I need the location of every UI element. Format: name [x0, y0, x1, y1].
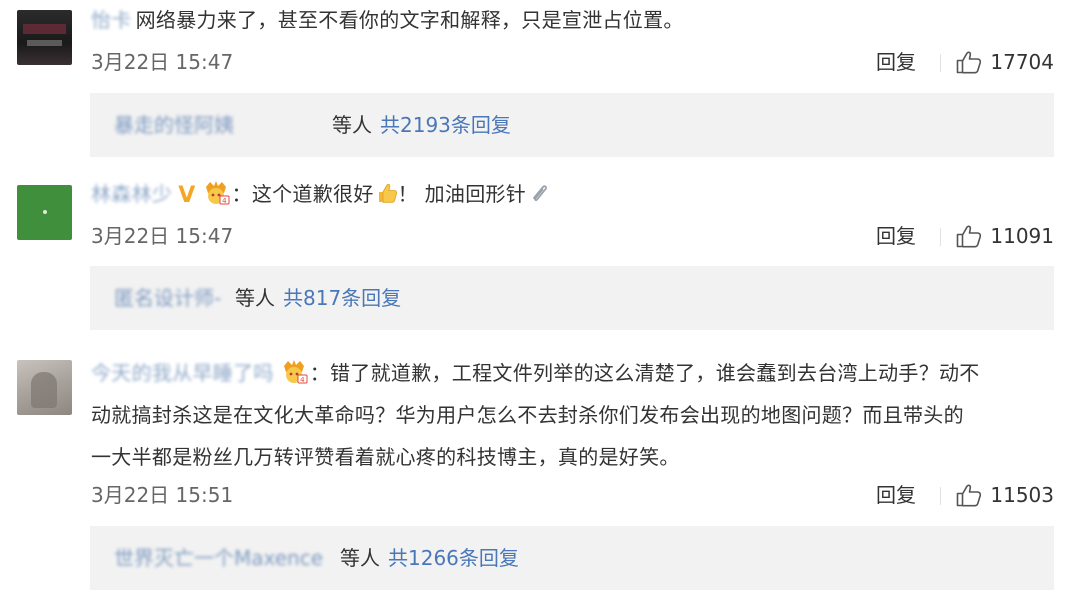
like-count: 17704	[990, 50, 1054, 74]
reply-etc-label: 等人	[332, 113, 372, 137]
comment-text: ：这个道歉很好	[231, 182, 374, 206]
reply-summary[interactable]: 世界灭亡一个Maxence 等人 共1266条回复	[90, 526, 1054, 590]
avatar[interactable]	[17, 10, 72, 65]
username[interactable]: 林森林少	[91, 182, 172, 206]
divider	[940, 54, 941, 72]
reply-summary-text: 等人 共2193条回复	[332, 93, 511, 157]
reply-button[interactable]: 回复	[876, 221, 916, 251]
reply-summary[interactable]: 暴走的怪阿姨 等人 共2193条回复	[90, 93, 1054, 157]
svg-text:4: 4	[300, 376, 305, 384]
comment-line-2: 动就搞封杀这是在文化大革命吗？华为用户怎么不去封杀你们发布会出现的地图问题？而且…	[91, 403, 964, 427]
reply-button[interactable]: 回复	[876, 47, 916, 77]
reply-users[interactable]: 暴走的怪阿姨	[114, 93, 234, 157]
comment-3: 今天的我从早睡了吗 4 ：错了就道歉，工程文件列举的这么清楚了，谁会蠢到去台湾上…	[0, 340, 1080, 611]
reply-count-link[interactable]: 共1266条回复	[388, 546, 519, 570]
comment-body: 林森林少 V 4 ：这个道歉很好 ！ 加油回形针	[91, 178, 1056, 212]
reply-users[interactable]: 匿名设计师-	[114, 266, 221, 330]
comment-meta: 3月22日 15:47 回复 11091	[91, 221, 1054, 251]
comment-1: 怡卡 网络暴力来了，甚至不看你的文字和解释，只是宣泄占位置。 3月22日 15:4…	[0, 0, 1080, 165]
comment-line-3: 一大半都是粉丝几万转评赞看着就心疼的科技博主，真的是好笑。	[91, 445, 680, 469]
reply-etc-label: 等人	[235, 286, 275, 310]
crown-badge-icon: 4	[283, 360, 308, 384]
thumbs-up-icon[interactable]	[956, 224, 982, 248]
comment-text-continued: ！ 加油回形针	[397, 182, 527, 206]
like-count: 11091	[990, 224, 1054, 248]
timestamp: 3月22日 15:51	[91, 483, 234, 507]
svg-text:4: 4	[222, 197, 227, 205]
paperclip-emoji-icon	[533, 185, 548, 201]
comment-text: 网络暴力来了，甚至不看你的文字和解释，只是宣泄占位置。	[135, 8, 684, 32]
reply-count-link[interactable]: 共2193条回复	[380, 113, 511, 137]
comment-2: 林森林少 V 4 ：这个道歉很好 ！ 加油回形针 3月22日 15:47 回复 1…	[0, 165, 1080, 340]
crown-badge-icon: 4	[205, 181, 230, 205]
comment-meta: 3月22日 15:51 回复 11503	[91, 480, 1054, 510]
reply-button[interactable]: 回复	[876, 480, 916, 510]
reply-summary[interactable]: 匿名设计师- 等人 共817条回复	[90, 266, 1054, 330]
divider	[940, 487, 941, 505]
avatar[interactable]	[17, 360, 72, 415]
username[interactable]: 怡卡	[91, 8, 132, 32]
username[interactable]: 今天的我从早睡了吗	[91, 361, 274, 385]
timestamp: 3月22日 15:47	[91, 224, 234, 248]
comment-line-1: 今天的我从早睡了吗 4 ：错了就道歉，工程文件列举的这么清楚了，谁会蠢到去台湾上…	[91, 352, 1056, 394]
reply-summary-text: 等人 共817条回复	[235, 266, 401, 330]
reply-users[interactable]: 世界灭亡一个Maxence	[114, 526, 323, 590]
comment-body: 今天的我从早睡了吗 4 ：错了就道歉，工程文件列举的这么清楚了，谁会蠢到去台湾上…	[91, 352, 1056, 478]
thumbs-emoji-icon	[378, 183, 397, 203]
reply-etc-label: 等人	[340, 546, 380, 570]
comment-text: ：错了就道歉，工程文件列举的这么清楚了，谁会蠢到去台湾上动手？动不	[309, 361, 980, 385]
avatar[interactable]	[17, 185, 72, 240]
comment-body: 怡卡 网络暴力来了，甚至不看你的文字和解释，只是宣泄占位置。	[91, 4, 1056, 37]
thumbs-up-icon[interactable]	[956, 483, 982, 507]
like-count: 11503	[990, 483, 1054, 507]
divider	[940, 228, 941, 246]
reply-count-link[interactable]: 共817条回复	[283, 286, 401, 310]
timestamp: 3月22日 15:47	[91, 50, 234, 74]
comment-meta: 3月22日 15:47 回复 17704	[91, 47, 1054, 77]
verified-icon: V	[178, 183, 196, 208]
reply-summary-text: 等人 共1266条回复	[340, 526, 519, 590]
thumbs-up-icon[interactable]	[956, 50, 982, 74]
